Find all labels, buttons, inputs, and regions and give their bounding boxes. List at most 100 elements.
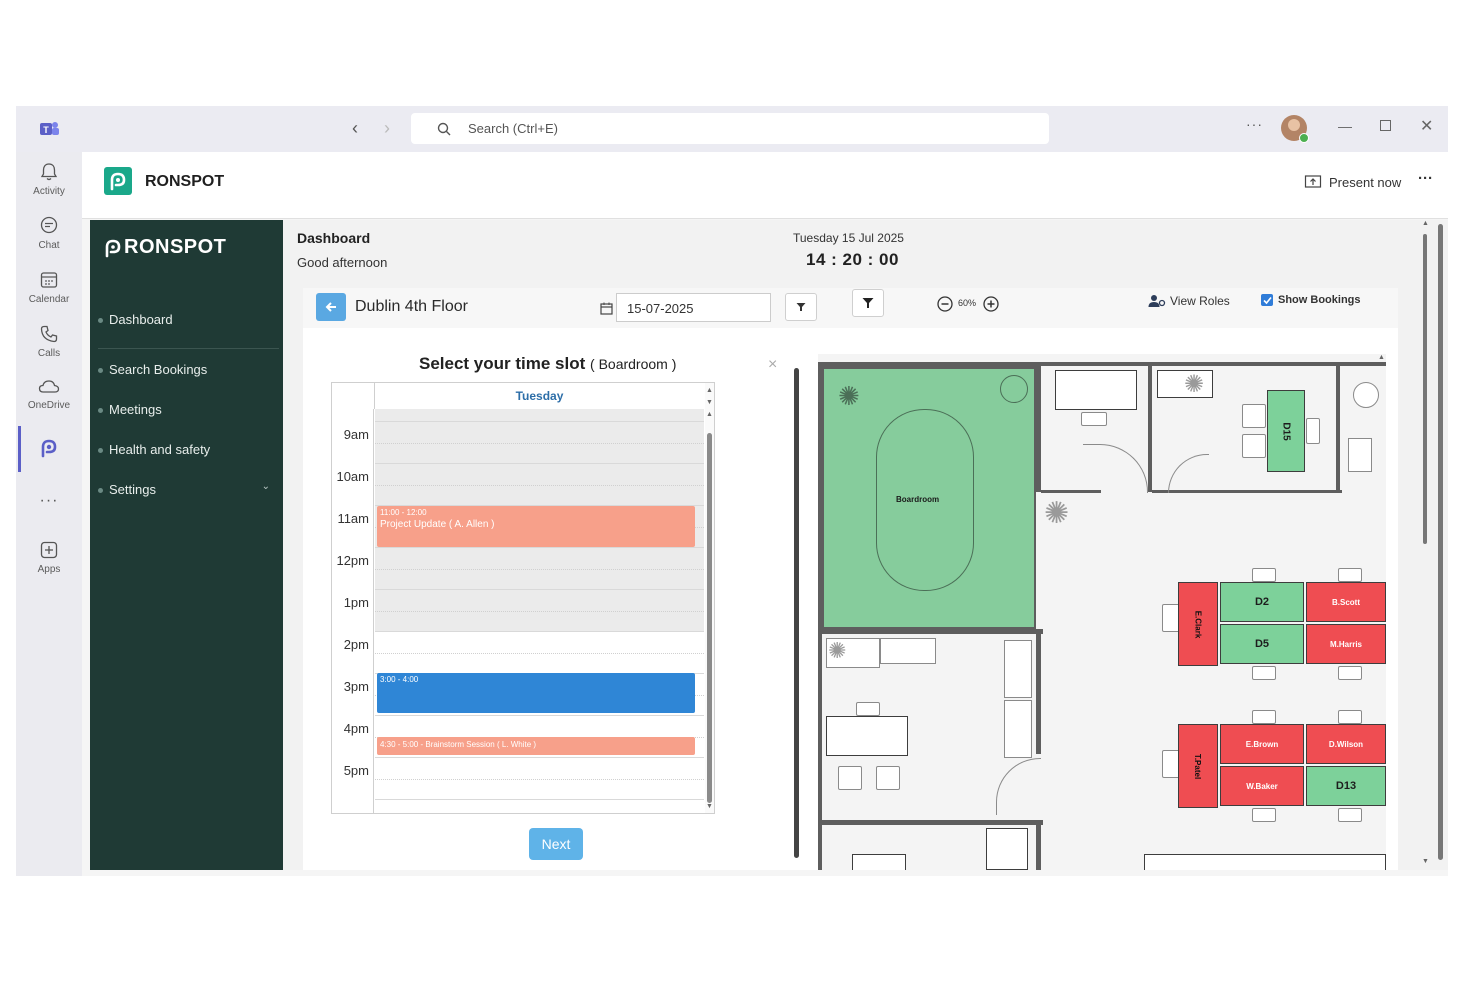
desk-m-harris[interactable]: M.Harris — [1306, 624, 1386, 664]
nav-label: Health and safety — [109, 442, 211, 457]
scroll-up-icon[interactable]: ▲ — [706, 387, 713, 394]
minimize-icon[interactable]: — — [1338, 118, 1352, 134]
selected-slot-event[interactable]: 3:00 - 4:00 — [377, 673, 695, 713]
filter-button[interactable] — [785, 293, 817, 321]
app-scrollbar-thumb[interactable] — [1438, 224, 1443, 860]
scroll-up-icon[interactable]: ▲ — [1422, 220, 1429, 227]
storage-unit — [880, 638, 936, 664]
booking-event[interactable]: 11:00 - 12:00 Project Update ( A. Allen … — [377, 506, 695, 547]
nav-health-and-safety[interactable]: Health and safety — [98, 442, 278, 457]
scroll-down-icon[interactable]: ▼ — [706, 803, 713, 810]
desk-label: D.Wilson — [1328, 739, 1364, 749]
view-roles-button[interactable]: View Roles — [1148, 294, 1230, 308]
desk-d5[interactable]: D5 — [1220, 624, 1304, 664]
more-apps-icon[interactable]: ··· — [16, 492, 82, 510]
boardroom[interactable]: Boardroom ✺ — [822, 367, 1036, 629]
show-bookings-toggle[interactable]: Show Bookings — [1261, 294, 1361, 306]
hour-label: 11am — [332, 505, 374, 547]
desk-row-free[interactable] — [1144, 854, 1386, 870]
rail-label: Calls — [37, 348, 61, 359]
forward-arrow-icon[interactable]: › — [384, 118, 390, 139]
nav-label: Dashboard — [109, 312, 173, 327]
desk-d2[interactable]: D2 — [1220, 582, 1304, 622]
desk-d15[interactable]: D15 — [1267, 390, 1305, 472]
close-icon[interactable]: × — [768, 356, 777, 374]
slot-picker-title: Select your time slot ( Boardroom ) — [419, 354, 676, 374]
scrollbar-thumb[interactable] — [707, 433, 712, 803]
rail-item-onedrive[interactable]: OneDrive — [16, 378, 82, 411]
close-window-icon[interactable]: ✕ — [1420, 116, 1433, 136]
desk-label: D15 — [1280, 421, 1292, 441]
more-options-icon[interactable]: ··· — [1246, 116, 1263, 132]
header-more-icon[interactable]: ··· — [1418, 170, 1433, 187]
scroll-up-icon[interactable]: ▲ — [1378, 354, 1385, 361]
hour-cell[interactable] — [375, 589, 704, 632]
zoom-out-icon[interactable] — [937, 296, 953, 312]
desk-free[interactable] — [826, 716, 908, 756]
hour-cell[interactable] — [375, 463, 704, 506]
rail-item-calls[interactable]: Calls — [16, 324, 82, 359]
floor-plan-map[interactable]: Boardroom ✺ ✺ ✺ D15 E.Clark D2 B.Scott D… — [818, 354, 1386, 870]
scrollbar-thumb[interactable] — [1423, 234, 1427, 544]
hour-cell[interactable] — [375, 547, 704, 590]
back-button[interactable] — [316, 293, 346, 321]
hour-row: 10am — [332, 463, 704, 506]
chair — [1242, 404, 1266, 428]
hour-cell[interactable] — [375, 757, 704, 800]
calendar-scrollbar[interactable]: ▲ ▼ ▲ ▼ — [705, 383, 714, 813]
desk-d13[interactable]: D13 — [1306, 766, 1386, 806]
hour-cell[interactable] — [375, 799, 704, 813]
chair — [1306, 418, 1320, 444]
nav-meetings[interactable]: Meetings — [98, 402, 278, 417]
rail-item-chat[interactable]: Chat — [16, 216, 82, 251]
nav-bullet-icon — [98, 368, 103, 374]
nav-bullet-icon — [98, 488, 103, 494]
user-avatar[interactable] — [1281, 115, 1309, 143]
scrollbar-thumb[interactable] — [794, 368, 799, 858]
rail-item-ronspot[interactable] — [16, 437, 82, 463]
nav-dashboard[interactable]: Dashboard — [98, 312, 278, 327]
next-button[interactable]: Next — [529, 828, 583, 860]
hour-cell[interactable] — [375, 631, 704, 674]
chair — [876, 766, 900, 790]
desk-free[interactable] — [1055, 370, 1137, 410]
panel-toolbar: Dublin 4th Floor 15-07-2025 60% View Rol… — [303, 288, 1398, 328]
desk-e-brown[interactable]: E.Brown — [1220, 724, 1304, 764]
scroll-down-icon[interactable]: ▼ — [706, 399, 713, 406]
page-scrollbar[interactable]: ▲ ▼ — [1420, 220, 1430, 870]
search-bar[interactable]: Search (Ctrl+E) — [411, 113, 1049, 144]
scroll-down-icon[interactable]: ▼ — [1422, 858, 1429, 865]
rail-item-calendar[interactable]: Calendar — [16, 270, 82, 305]
back-arrow-icon[interactable]: ‹ — [352, 118, 358, 139]
booking-event[interactable]: 4:30 - 5:00 - Brainstorm Session ( L. Wh… — [377, 737, 695, 755]
filter-options-button[interactable] — [852, 289, 884, 317]
calendar-body[interactable]: 8am 9am 10am 11am 12pm 1pm 2pm 3pm 4pm 5… — [332, 409, 714, 813]
ronspot-sidebar: RONSPOT Dashboard Search Bookings Meetin… — [90, 220, 283, 870]
hour-row — [332, 799, 704, 813]
checkbox-checked-icon[interactable] — [1261, 294, 1273, 306]
desk-e-clark[interactable]: E.Clark — [1178, 582, 1218, 666]
desk-w-baker[interactable]: W.Baker — [1220, 766, 1304, 806]
desk-t-patel[interactable]: T.Patel — [1178, 724, 1218, 808]
desk-b-scott[interactable]: B.Scott — [1306, 582, 1386, 622]
zoom-in-icon[interactable] — [983, 296, 999, 312]
booking-panel: Dublin 4th Floor 15-07-2025 60% View Rol… — [303, 288, 1398, 870]
date-input[interactable]: 15-07-2025 — [616, 293, 771, 322]
present-now-button[interactable]: Present now — [1304, 172, 1401, 192]
rail-label: OneDrive — [27, 400, 71, 411]
scroll-up-icon[interactable]: ▲ — [706, 411, 713, 418]
desk-free[interactable] — [986, 828, 1028, 870]
rail-item-apps[interactable]: Apps — [16, 540, 82, 575]
hour-cell[interactable] — [375, 421, 704, 464]
nav-settings[interactable]: Settings ⌄ — [98, 481, 278, 497]
nav-search-bookings[interactable]: Search Bookings — [98, 362, 278, 377]
chair — [1338, 568, 1362, 582]
rail-item-activity[interactable]: Activity — [16, 162, 82, 197]
desk-d-wilson[interactable]: D.Wilson — [1306, 724, 1386, 764]
panel-scrollbar[interactable] — [794, 354, 800, 864]
restore-icon[interactable] — [1380, 120, 1391, 131]
present-icon — [1304, 175, 1322, 188]
hour-label: 12pm — [332, 547, 374, 589]
desk-free[interactable] — [852, 854, 906, 870]
location-name[interactable]: Dublin 4th Floor — [355, 298, 468, 316]
